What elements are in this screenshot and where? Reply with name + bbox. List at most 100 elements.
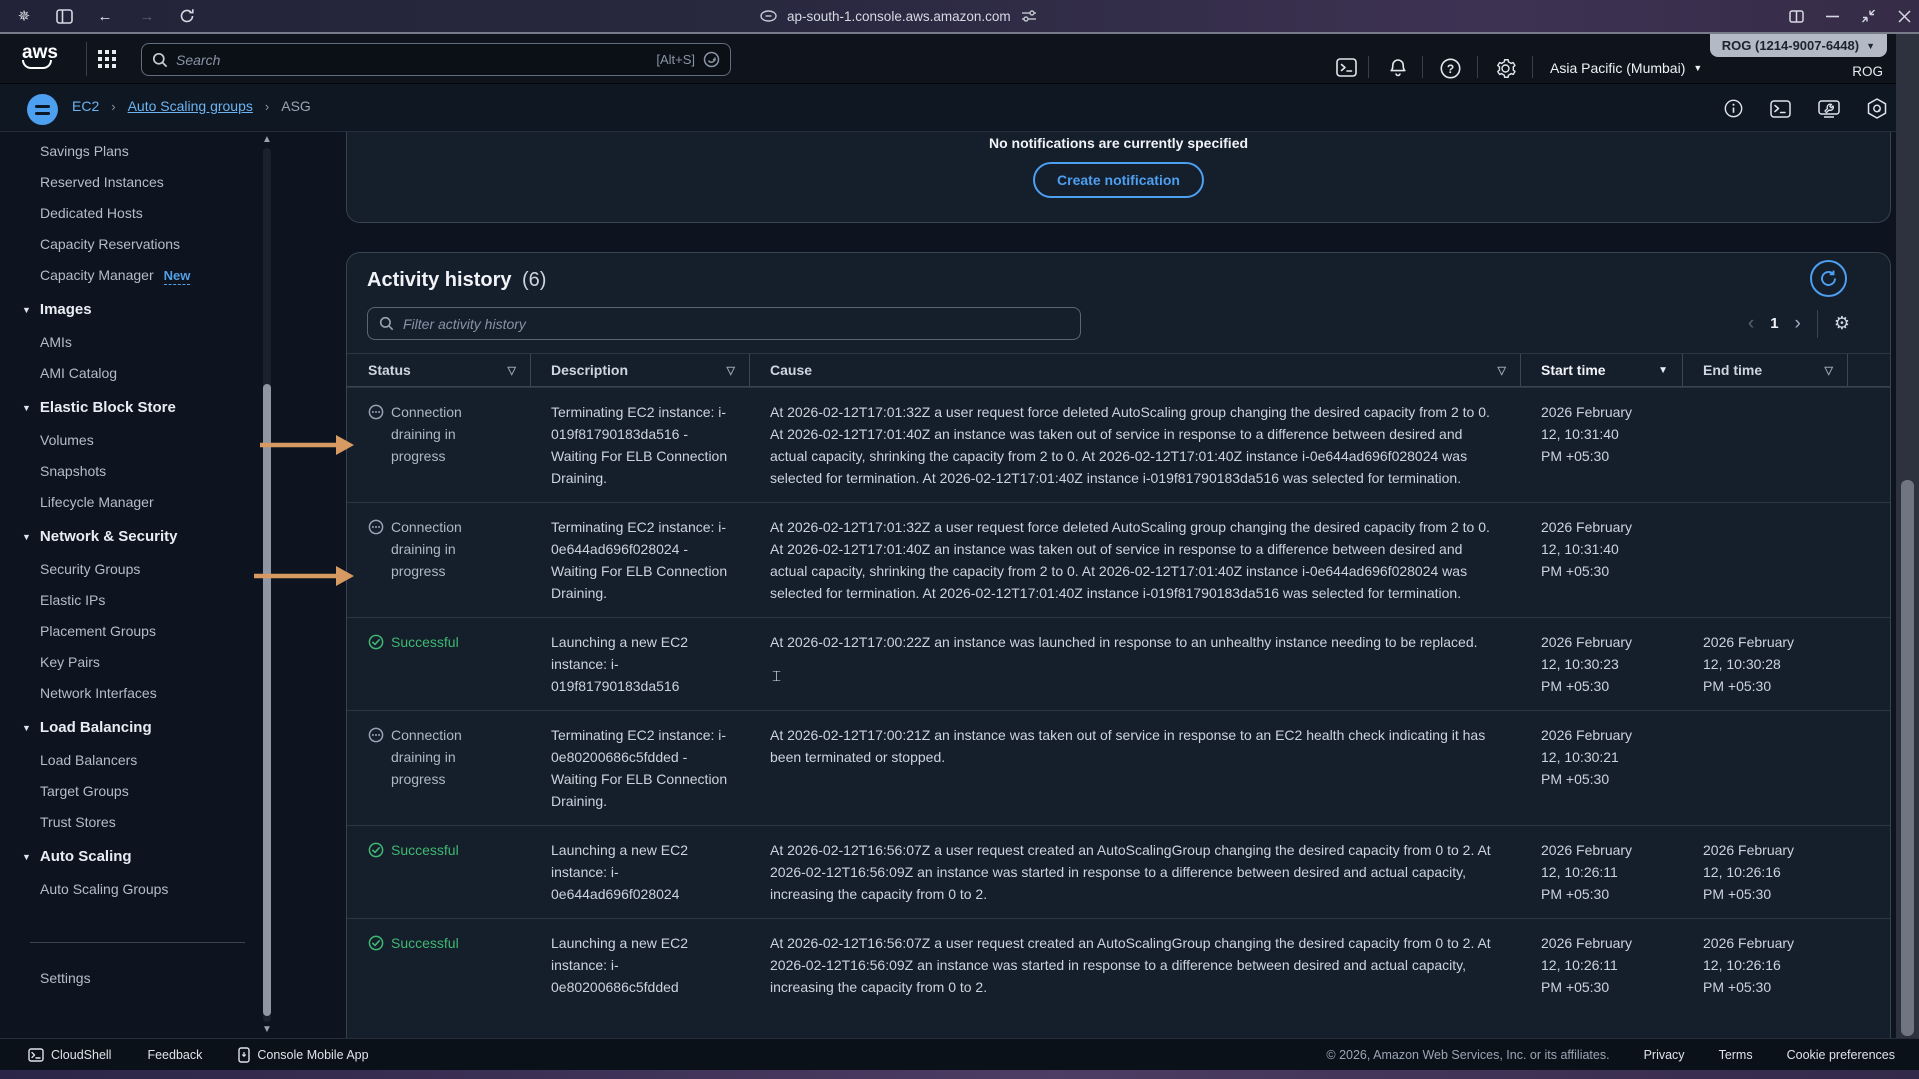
cloudshell-panel-icon[interactable] <box>1770 100 1791 118</box>
filter-funnel-icon[interactable]: ▽ <box>508 364 516 377</box>
sidebar-scroll-down-icon[interactable]: ▼ <box>262 1024 272 1035</box>
footer-feedback[interactable]: Feedback <box>147 1048 202 1062</box>
sidebar-section-header[interactable]: ▼Images <box>0 291 255 327</box>
sidebar-item-target-groups[interactable]: Target Groups <box>0 776 255 807</box>
account-chip[interactable]: ROG (1214-9007-6448) ▼ <box>1710 34 1887 57</box>
split-view-icon[interactable] <box>1789 10 1804 23</box>
page-scrollbar-thumb[interactable] <box>1901 480 1914 1036</box>
forward-icon[interactable]: → <box>137 8 157 25</box>
close-icon[interactable] <box>1898 10 1911 23</box>
filter-funnel-icon[interactable]: ▽ <box>1498 364 1506 377</box>
table-row[interactable]: SuccessfulLaunching a new EC2 instance: … <box>347 617 1891 710</box>
region-selector[interactable]: Asia Pacific (Mumbai) ▼ <box>1550 60 1702 76</box>
footer-terms[interactable]: Terms <box>1719 1048 1753 1062</box>
sidebar-item-reserved-instances[interactable]: Reserved Instances <box>0 167 255 198</box>
cell-status: Connection draining in progress <box>347 503 531 617</box>
footer-cookie-preferences[interactable]: Cookie preferences <box>1787 1048 1895 1062</box>
breadcrumb-ec2[interactable]: EC2 <box>72 98 99 114</box>
footer-privacy[interactable]: Privacy <box>1644 1048 1685 1062</box>
table-row[interactable]: Connection draining in progressTerminati… <box>347 710 1891 825</box>
services-grid-icon[interactable] <box>98 50 117 69</box>
sidebar-item-amis[interactable]: AMIs <box>0 327 255 358</box>
footer-copyright: © 2026, Amazon Web Services, Inc. or its… <box>1326 1048 1609 1062</box>
column-header-start-time[interactable]: Start time▼ <box>1521 354 1683 386</box>
table-row[interactable]: SuccessfulLaunching a new EC2 instance: … <box>347 825 1891 918</box>
sidebar-item-elastic-ips[interactable]: Elastic IPs <box>0 585 255 616</box>
sidebar-item-dedicated-hosts[interactable]: Dedicated Hosts <box>0 198 255 229</box>
table-row[interactable]: Connection draining in progressTerminati… <box>347 502 1891 617</box>
section-caret-icon: ▼ <box>22 532 31 542</box>
activity-history-title: Activity history <box>367 269 511 291</box>
sidebar-item-security-groups[interactable]: Security Groups <box>0 554 255 585</box>
sidebar-item-label: Target Groups <box>40 783 129 799</box>
sidebar-item-trust-stores[interactable]: Trust Stores <box>0 807 255 838</box>
sidebar-item-label: Elastic IPs <box>40 592 105 608</box>
footer-cloudshell[interactable]: CloudShell <box>28 1048 111 1062</box>
url-settings-icon[interactable] <box>1021 9 1037 23</box>
sidebar-item-snapshots[interactable]: Snapshots <box>0 456 255 487</box>
info-icon[interactable] <box>1724 99 1743 118</box>
sidebar-item-savings-plans[interactable]: Savings Plans <box>0 136 255 167</box>
sidebar-item-key-pairs[interactable]: Key Pairs <box>0 647 255 678</box>
sidebar-scrollbar-thumb[interactable] <box>263 384 271 1016</box>
previous-page-icon[interactable]: ‹ <box>1748 314 1754 333</box>
sidebar-item-capacity-manager[interactable]: Capacity ManagerNew <box>0 260 255 291</box>
refresh-button[interactable] <box>1810 260 1847 297</box>
back-icon[interactable]: ← <box>95 8 115 25</box>
sidebar-item-auto-scaling-groups[interactable]: Auto Scaling Groups <box>0 874 255 905</box>
support-tools-icon[interactable] <box>1818 100 1840 118</box>
column-header-end-time[interactable]: End time▽ <box>1683 354 1848 386</box>
status-label: Successful <box>391 839 459 861</box>
sidebar-section-header[interactable]: ▼Network & Security <box>0 518 255 554</box>
sidebar-divider <box>30 942 245 943</box>
column-header-cause[interactable]: Cause▽ <box>750 354 1521 386</box>
column-header-status[interactable]: Status▽ <box>347 354 531 386</box>
cell-cause: At 2026-02-12T17:01:32Z a user request f… <box>750 503 1521 617</box>
column-header-description[interactable]: Description▽ <box>531 354 750 386</box>
filter-funnel-icon[interactable]: ▽ <box>1825 364 1833 377</box>
table-preferences-gear-icon[interactable]: ⚙ <box>1834 313 1850 334</box>
cell-cause: At 2026-02-12T16:56:07Z a user request c… <box>750 826 1521 918</box>
sidebar-section-header[interactable]: ▼Load Balancing <box>0 709 255 745</box>
restore-icon[interactable] <box>1861 9 1876 23</box>
current-page-number[interactable]: 1 <box>1770 315 1778 332</box>
reload-icon[interactable] <box>179 8 195 24</box>
sidebar-item-settings[interactable]: Settings <box>40 970 91 986</box>
sidebar-item-label: Trust Stores <box>40 814 116 830</box>
filter-placeholder: Filter activity history <box>403 316 526 332</box>
health-icon[interactable] <box>1867 98 1887 119</box>
site-info-icon[interactable] <box>760 10 777 22</box>
help-icon[interactable]: ? <box>1440 58 1461 79</box>
breadcrumb-auto-scaling-groups[interactable]: Auto Scaling groups <box>128 98 253 114</box>
sort-descending-icon[interactable]: ▼ <box>1658 365 1668 376</box>
sidebar-item-volumes[interactable]: Volumes <box>0 425 255 456</box>
minimize-icon[interactable] <box>1826 15 1839 18</box>
console-search-input[interactable]: Search [Alt+S] <box>141 43 731 76</box>
table-row[interactable]: Connection draining in progressTerminati… <box>347 387 1891 502</box>
account-name[interactable]: ROG <box>1852 64 1883 79</box>
footer-console-mobile-app[interactable]: Console Mobile App <box>238 1047 368 1063</box>
filter-funnel-icon[interactable]: ▽ <box>727 364 735 377</box>
sidebar-item-network-interfaces[interactable]: Network Interfaces <box>0 678 255 709</box>
url-text[interactable]: ap-south-1.console.aws.amazon.com <box>787 9 1011 24</box>
sidebar-section-header[interactable]: ▼Elastic Block Store <box>0 389 255 425</box>
breadcrumb-current: ASG <box>281 98 311 114</box>
settings-gear-icon[interactable] <box>1495 58 1516 79</box>
create-notification-button[interactable]: Create notification <box>1033 162 1204 198</box>
sidebar-item-placement-groups[interactable]: Placement Groups <box>0 616 255 647</box>
nav-menu-button[interactable] <box>27 94 58 125</box>
filter-activity-input[interactable]: Filter activity history <box>367 307 1081 340</box>
sidebar-item-ami-catalog[interactable]: AMI Catalog <box>0 358 255 389</box>
table-row[interactable]: SuccessfulLaunching a new EC2 instance: … <box>347 918 1891 1011</box>
next-page-icon[interactable]: › <box>1795 314 1801 333</box>
cloudshell-icon[interactable] <box>1336 58 1357 77</box>
sidebar-item-capacity-reservations[interactable]: Capacity Reservations <box>0 229 255 260</box>
sidebar-item-label: Capacity Reservations <box>40 236 180 252</box>
aws-logo[interactable]: aws <box>22 44 58 69</box>
sidebar-section-header[interactable]: ▼Auto Scaling <box>0 838 255 874</box>
sidebar-item-load-balancers[interactable]: Load Balancers <box>0 745 255 776</box>
sidebar-item-lifecycle-manager[interactable]: Lifecycle Manager <box>0 487 255 518</box>
sidebar-toggle-icon[interactable] <box>56 9 73 24</box>
sidebar-scroll-up-icon[interactable]: ▲ <box>262 134 272 145</box>
notifications-bell-icon[interactable] <box>1388 58 1408 78</box>
